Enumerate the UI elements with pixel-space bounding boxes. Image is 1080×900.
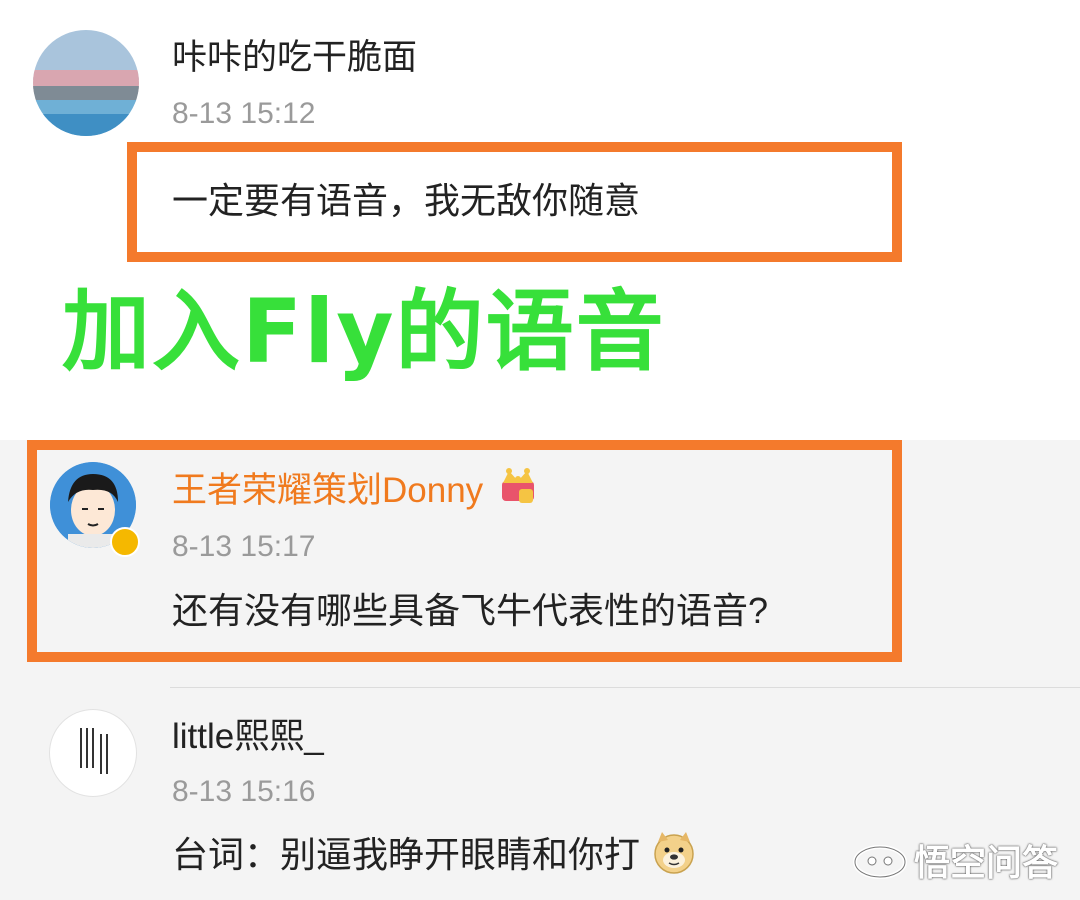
username[interactable]: 咔咔的吃干脆面	[172, 38, 417, 78]
watermark-text: 悟空问答	[914, 842, 1059, 883]
doge-emoji-icon	[652, 830, 696, 874]
wukong-logo-icon	[853, 845, 907, 879]
watermark: 悟空问答	[852, 835, 1058, 885]
timestamp: 8-13 15:16	[172, 775, 316, 808]
divider	[170, 687, 1080, 688]
avatar[interactable]	[33, 30, 139, 136]
highlight-box	[27, 440, 902, 662]
highlight-box	[127, 142, 902, 262]
avatar[interactable]	[50, 710, 136, 796]
comment-text: 台词：别逼我睁开眼睛和你打	[172, 834, 641, 875]
timestamp: 8-13 15:12	[172, 97, 316, 130]
username[interactable]: little熙熙_	[172, 717, 324, 757]
overlay-caption: 加入Fly的语音	[62, 280, 666, 383]
